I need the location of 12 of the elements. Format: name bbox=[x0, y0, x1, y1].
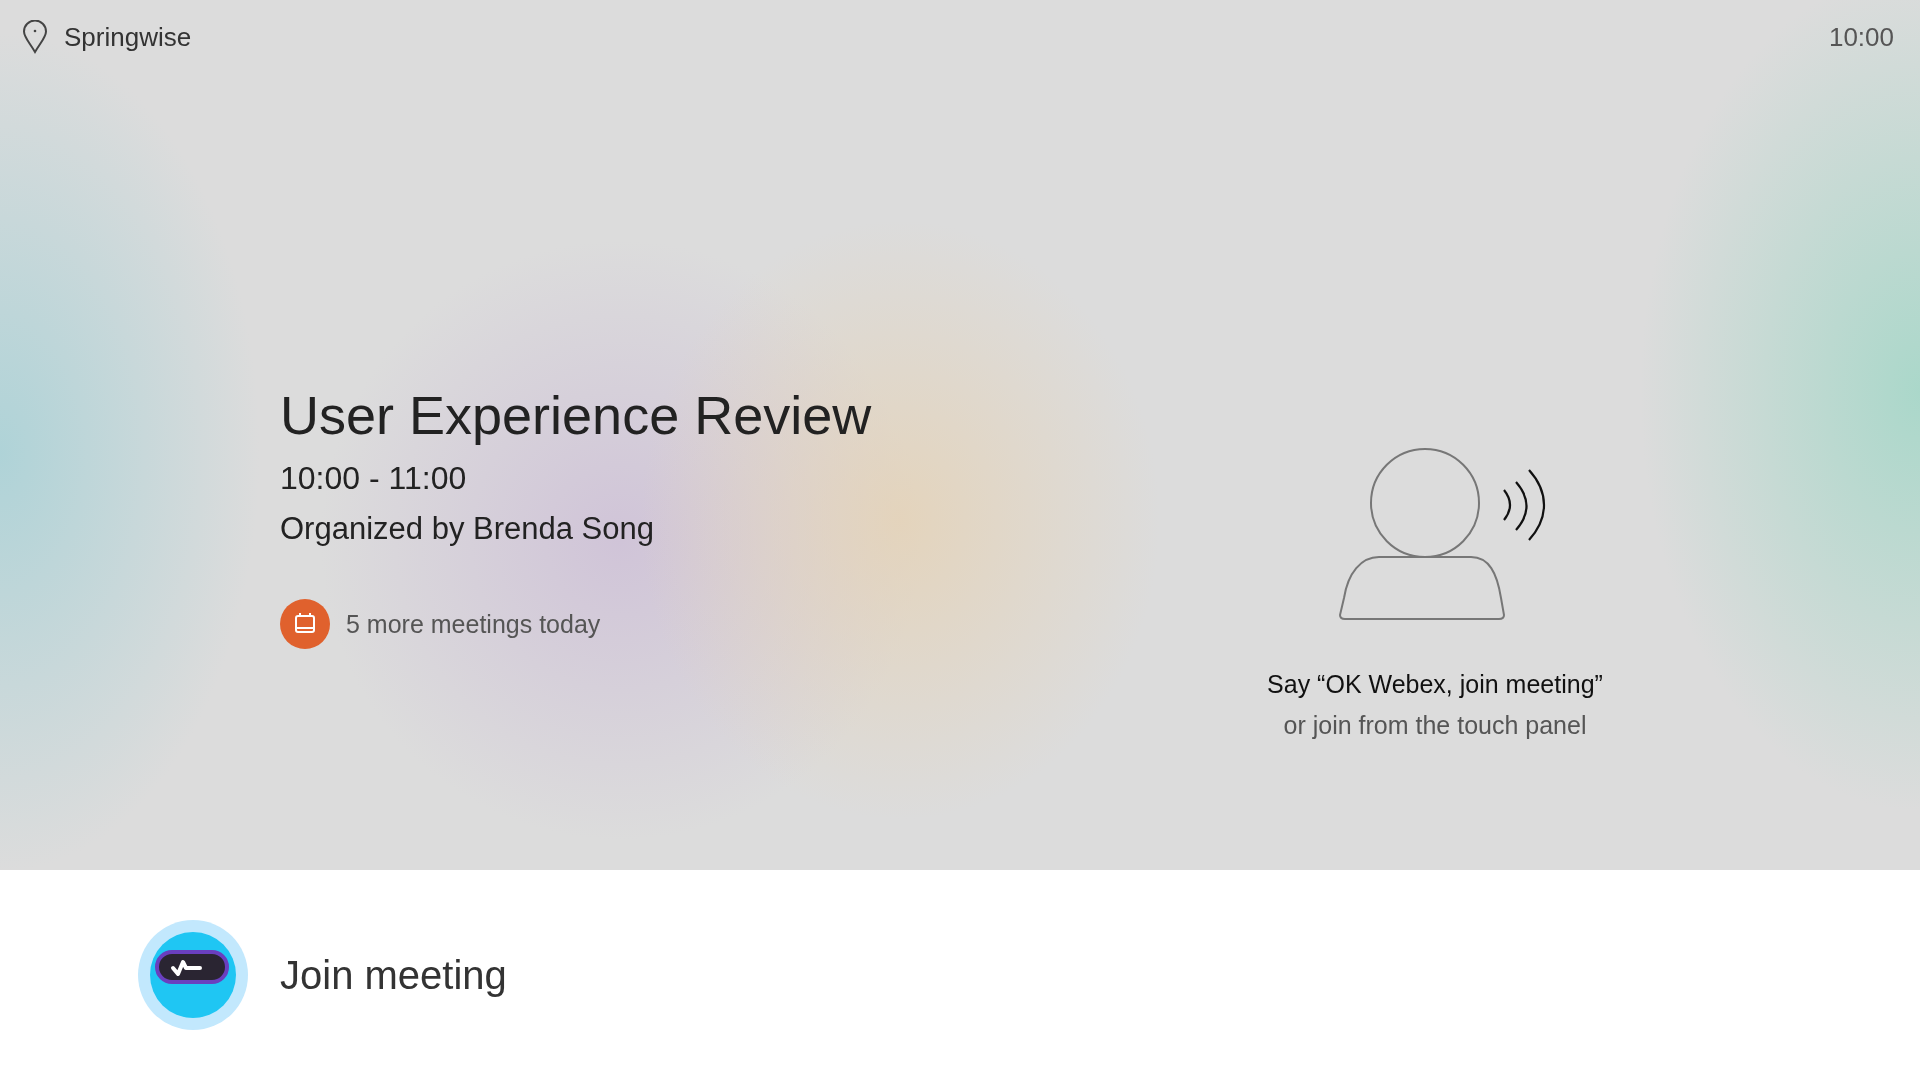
clock-time: 10:00 bbox=[1828, 21, 1894, 53]
meeting-organizer: Organized by Brenda Song bbox=[280, 511, 655, 547]
voice-command-hint: Say “OK Webex, join meeting” bbox=[1267, 670, 1603, 699]
meeting-time: 10:00 - 11:00 bbox=[280, 460, 468, 497]
meeting-title: User Experience Review bbox=[280, 384, 872, 446]
more-meetings-text: 5 more meetings today bbox=[346, 609, 601, 639]
join-icon bbox=[138, 920, 248, 1030]
location-pin-icon bbox=[22, 20, 48, 54]
location-name: Springwise bbox=[64, 21, 192, 53]
calendar-icon bbox=[280, 599, 330, 649]
touch-panel-hint: or join from the touch panel bbox=[1283, 711, 1587, 740]
join-meeting-button[interactable]: Join meeting bbox=[138, 920, 507, 1030]
